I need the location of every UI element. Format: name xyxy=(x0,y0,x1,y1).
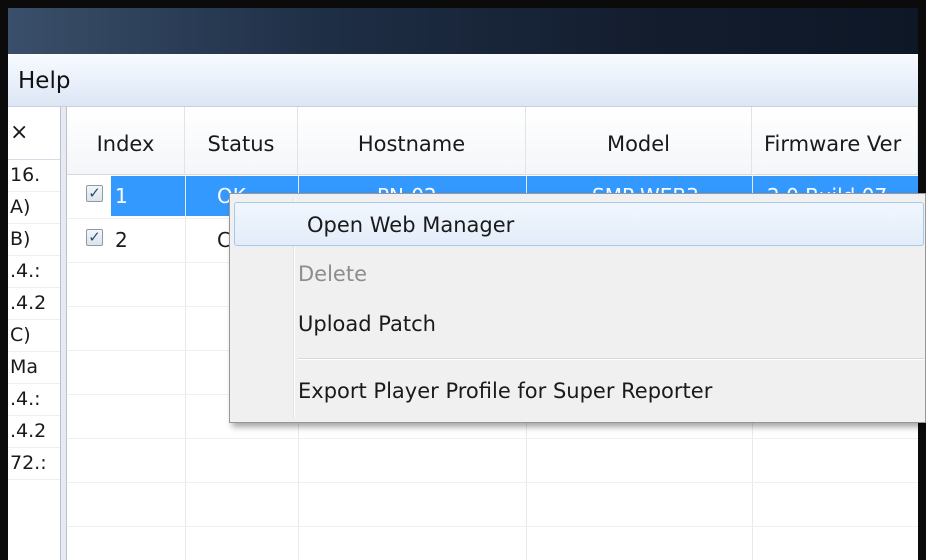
menu-item-export-player-profile[interactable]: Export Player Profile for Super Reporter xyxy=(298,369,712,413)
cell-index: 2 xyxy=(115,228,128,252)
grid-header: Index Status Hostname Model Firmware Ver xyxy=(67,107,918,175)
row-checkbox[interactable]: ✓ xyxy=(86,185,103,202)
column-header-index[interactable]: Index xyxy=(67,107,185,174)
grid-line xyxy=(67,438,918,439)
menu-separator xyxy=(298,358,924,360)
left-pane-row[interactable]: 72.: xyxy=(8,448,60,480)
row-checkbox[interactable]: ✓ xyxy=(86,229,103,246)
menu-bar: Help xyxy=(8,54,918,107)
column-header-hostname[interactable]: Hostname xyxy=(298,107,526,174)
left-pane-close-icon[interactable]: × xyxy=(8,107,60,160)
left-pane-row[interactable]: 16. xyxy=(8,160,60,192)
menu-help[interactable]: Help xyxy=(18,68,70,94)
menu-item-open-web-manager[interactable]: Open Web Manager xyxy=(234,202,924,246)
title-bar[interactable] xyxy=(8,8,918,54)
menu-item-upload-patch[interactable]: Upload Patch xyxy=(298,302,436,346)
left-pane-row[interactable]: .4.: xyxy=(8,256,60,288)
left-pane-row[interactable]: .4.2 xyxy=(8,288,60,320)
menu-item-delete: Delete xyxy=(298,262,367,286)
context-menu: Open Web Manager Delete Upload Patch Exp… xyxy=(229,193,926,423)
column-header-status[interactable]: Status xyxy=(185,107,298,174)
left-pane-row[interactable]: B) xyxy=(8,224,60,256)
left-pane-row[interactable]: A) xyxy=(8,192,60,224)
left-pane: × 16. A) B) .4.: .4.2 C) Ma .4.: .4.2 72… xyxy=(8,107,61,560)
left-pane-row[interactable]: C) xyxy=(8,320,60,352)
column-header-firmware[interactable]: Firmware Ver xyxy=(752,107,918,174)
grid-line xyxy=(67,482,918,483)
grid-line xyxy=(67,526,918,527)
left-pane-row[interactable]: .4.: xyxy=(8,384,60,416)
cell-index: 1 xyxy=(115,184,128,208)
left-pane-row[interactable]: Ma xyxy=(8,352,60,384)
left-pane-row[interactable]: .4.2 xyxy=(8,416,60,448)
column-header-model[interactable]: Model xyxy=(526,107,752,174)
